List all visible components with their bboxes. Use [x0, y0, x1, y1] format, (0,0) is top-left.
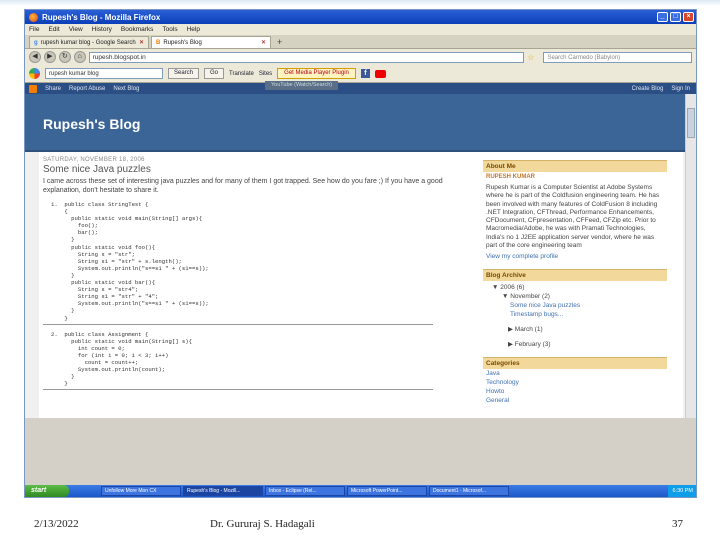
- archive-year[interactable]: ▼ 2006 (6): [486, 283, 664, 292]
- archive-post-link[interactable]: Timestamp bugs...: [486, 310, 664, 319]
- divider: [43, 389, 433, 391]
- about-me-text: Rupesh Kumar is a Computer Scientist at …: [486, 184, 660, 250]
- slide-page-number: 37: [672, 518, 683, 530]
- youtube-icon[interactable]: [374, 69, 386, 78]
- category-link[interactable]: Howto: [483, 387, 667, 396]
- google-toolbar: rupesh kumar blog Search Go Translate Si…: [25, 65, 696, 83]
- close-button[interactable]: ×: [683, 12, 694, 22]
- firefox-icon: [29, 12, 38, 22]
- blog-title[interactable]: Rupesh's Blog: [43, 116, 140, 132]
- forward-arrow-icon[interactable]: ▶: [43, 51, 56, 63]
- tab-close-icon[interactable]: ✕: [261, 39, 266, 46]
- toolbar-tooltip: YouTube (Watch/Search): [265, 81, 339, 90]
- menu-bar: File Edit View History Bookmarks Tools H…: [25, 24, 696, 35]
- about-me-heading: About Me: [483, 160, 667, 172]
- navigation-bar: ◀ ▶ ↻ ⌂ rupesh.blogspot.in ☆ Search Carm…: [25, 49, 696, 65]
- google-favicon-icon: g: [34, 39, 38, 46]
- google-icon[interactable]: [29, 68, 40, 79]
- taskbar-item[interactable]: Rupesh's Blog - Mozill...: [183, 486, 263, 496]
- search-input[interactable]: Search Carmedo (Babylon): [543, 51, 693, 63]
- menu-file[interactable]: File: [29, 26, 39, 33]
- divider: [43, 323, 433, 325]
- blogger-favicon-icon: B: [156, 39, 161, 46]
- google-search-button[interactable]: Search: [168, 68, 200, 79]
- blog-post: SATURDAY, NOVEMBER 18, 2006 Some nice Ja…: [43, 157, 463, 391]
- title-bar: Rupesh's Blog - Mozilla Firefox _ □ ×: [25, 10, 696, 24]
- post-date: SATURDAY, NOVEMBER 18, 2006: [43, 157, 145, 163]
- start-button[interactable]: start: [25, 485, 69, 497]
- minimize-button[interactable]: _: [657, 12, 668, 22]
- share-link[interactable]: Share: [45, 86, 61, 92]
- menu-history[interactable]: History: [92, 26, 112, 33]
- code-block-assignment: 2. public class Assignment { public stat…: [51, 330, 192, 388]
- go-button[interactable]: Go: [204, 68, 225, 79]
- menu-tools[interactable]: Tools: [162, 26, 177, 33]
- archive-month[interactable]: ▶ February (3): [486, 340, 664, 349]
- category-link[interactable]: Technology: [483, 378, 667, 387]
- slide-author: Dr. Gururaj S. Hadagali: [210, 518, 315, 530]
- report-abuse-link[interactable]: Report Abuse: [69, 86, 105, 92]
- taskbar-item[interactable]: Microsoft PowerPoint...: [347, 486, 427, 496]
- blog-archive: ▼ 2006 (6) ▼ November (2) Some nice Java…: [483, 281, 667, 351]
- category-link[interactable]: General: [483, 396, 667, 405]
- sites-button[interactable]: Sites: [259, 71, 272, 77]
- scrollbar-thumb[interactable]: [687, 108, 695, 138]
- windows-taskbar: start Unfollow More Mon CX Rupesh's Blog…: [25, 485, 696, 497]
- menu-help[interactable]: Help: [187, 26, 200, 33]
- slide-date: 2/13/2022: [34, 518, 79, 530]
- tab-rupesh-blog[interactable]: B Rupesh's Blog ✕: [151, 36, 271, 48]
- next-blog-link[interactable]: Next Blog: [113, 86, 139, 92]
- tab-label: Rupesh's Blog: [163, 39, 202, 46]
- view-profile-link[interactable]: View my complete profile: [483, 252, 667, 261]
- blog-archive-heading: Blog Archive: [483, 269, 667, 282]
- new-tab-icon[interactable]: +: [277, 36, 282, 48]
- window-title: Rupesh's Blog - Mozilla Firefox: [42, 12, 161, 22]
- google-search-input[interactable]: rupesh kumar blog: [45, 68, 163, 79]
- system-clock: 6:30 PM: [667, 485, 696, 497]
- facebook-icon[interactable]: f: [360, 69, 370, 78]
- vertical-scrollbar[interactable]: [685, 94, 696, 418]
- tab-strip: g rupesh kumar blog - Google Search ✕ B …: [25, 35, 696, 49]
- code-block-string-test: 1. public class StringTest { { public st…: [51, 201, 209, 322]
- back-arrow-icon[interactable]: ◀: [29, 51, 41, 63]
- translate-button[interactable]: Translate: [229, 71, 254, 77]
- tab-close-icon[interactable]: ✕: [139, 39, 144, 46]
- author-name[interactable]: RUPESH KUMAR: [483, 172, 667, 182]
- post-body: I came across these set of interesting j…: [43, 178, 443, 194]
- reload-icon[interactable]: ↻: [58, 51, 71, 63]
- blog-header: Rupesh's Blog: [25, 94, 687, 152]
- archive-post-link[interactable]: Some nice Java puzzles: [486, 301, 664, 310]
- archive-month[interactable]: ▶ March (1): [486, 325, 664, 334]
- menu-bookmarks[interactable]: Bookmarks: [121, 26, 154, 33]
- maximize-button[interactable]: □: [670, 12, 681, 22]
- media-player-plugin-button[interactable]: Get Media Player Plugin: [277, 68, 356, 79]
- bookmark-star-icon[interactable]: ☆: [527, 53, 534, 62]
- sidebar: About Me RUPESH KUMAR Rupesh Kumar is a …: [483, 160, 667, 405]
- tab-google-search[interactable]: g rupesh kumar blog - Google Search ✕: [29, 36, 149, 48]
- post-title[interactable]: Some nice Java puzzles: [43, 164, 463, 175]
- create-blog-link[interactable]: Create Blog: [632, 86, 664, 92]
- category-link[interactable]: Java: [483, 369, 667, 378]
- blogger-logo-icon[interactable]: [29, 84, 37, 93]
- taskbar-item[interactable]: Document1 - Microsof...: [429, 486, 509, 496]
- blog-page: Rupesh's Blog SATURDAY, NOVEMBER 18, 200…: [25, 94, 696, 418]
- categories-heading: Categories: [483, 357, 667, 370]
- tab-label: rupesh kumar blog - Google Search: [40, 39, 136, 46]
- address-bar[interactable]: rupesh.blogspot.in: [88, 51, 525, 63]
- slide-top-band: [0, 0, 720, 6]
- menu-edit[interactable]: Edit: [48, 26, 59, 33]
- archive-month[interactable]: ▼ November (2): [486, 292, 664, 301]
- taskbar-item[interactable]: Inbox - Eclipse (Rel...: [265, 486, 345, 496]
- menu-view[interactable]: View: [69, 26, 83, 33]
- taskbar-item[interactable]: Unfollow More Mon CX: [101, 486, 181, 496]
- home-icon[interactable]: ⌂: [73, 51, 86, 63]
- blogger-navbar: Share Report Abuse Next Blog Create Blog…: [25, 83, 696, 94]
- sign-in-link[interactable]: Sign In: [671, 86, 690, 92]
- blog-content: SATURDAY, NOVEMBER 18, 2006 Some nice Ja…: [39, 152, 683, 418]
- firefox-window: Rupesh's Blog - Mozilla Firefox _ □ × Fi…: [24, 9, 697, 498]
